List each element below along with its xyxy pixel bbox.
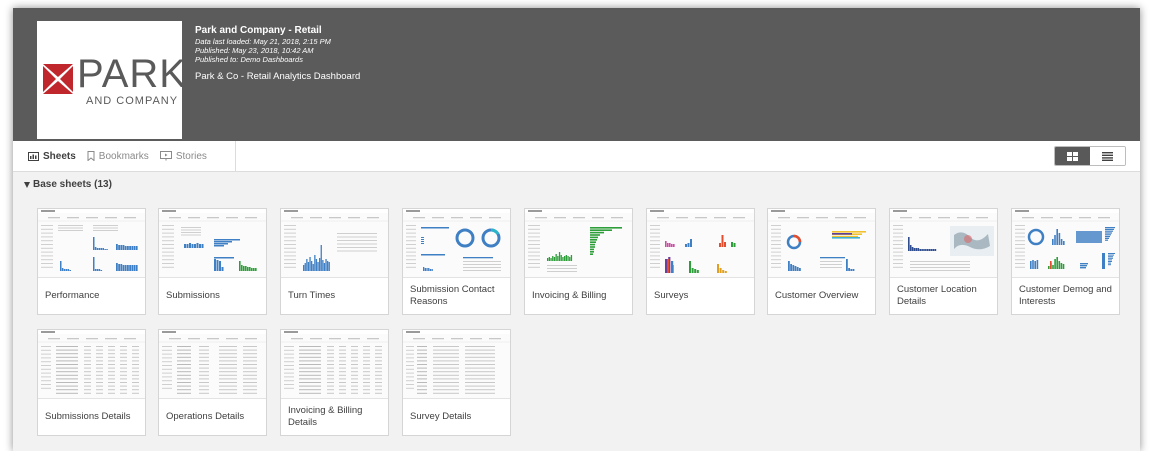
sheet-title: Customer Demog and Interests	[1019, 284, 1112, 307]
sheet-preview	[403, 330, 510, 394]
app-logo: PARK AND COMPANY	[37, 21, 186, 139]
tab-sheets[interactable]: Sheets	[28, 151, 76, 162]
sheet-preview	[159, 209, 266, 271]
sheet-thumbnail	[647, 209, 754, 278]
sheet-thumbnail	[38, 330, 145, 399]
sheet-card[interactable]: Invoicing & Billing Details	[280, 329, 389, 436]
sheet-thumbnail	[403, 209, 510, 278]
sheet-title: Submissions Details	[45, 411, 131, 422]
sheet-title: Survey Details	[410, 411, 472, 422]
sheet-preview	[525, 209, 632, 272]
logo-subtitle: AND COMPANY	[86, 95, 179, 107]
app-info: Park and Company - Retail Data last load…	[195, 25, 360, 82]
sheet-thumbnail	[281, 209, 388, 278]
list-view-button[interactable]	[1090, 147, 1125, 165]
tab-bookmarks[interactable]: Bookmarks	[87, 151, 149, 162]
sheet-title: Surveys	[654, 290, 689, 301]
sheet-card[interactable]: Customer Demog and Interests	[1011, 208, 1120, 315]
sheet-title: Customer Location Details	[897, 284, 977, 307]
sheet-preview	[768, 209, 875, 271]
grid-view-button[interactable]	[1055, 147, 1090, 165]
sheet-thumbnail	[768, 209, 875, 278]
last-loaded: Data last loaded: May 21, 2018, 2:15 PM	[195, 37, 331, 46]
tab-sheets-label: Sheets	[43, 150, 76, 162]
logo-wordmark: PARK	[77, 52, 187, 96]
sheet-thumbnail	[1012, 209, 1119, 278]
sheet-preview	[38, 330, 145, 394]
sheet-preview	[281, 209, 388, 271]
sheet-card[interactable]: Customer Location Details	[889, 208, 998, 315]
sheet-card[interactable]: Submissions Details	[37, 329, 146, 436]
sheet-card[interactable]: Invoicing & Billing	[524, 208, 633, 315]
app-header: PARK AND COMPANY Park and Company - Reta…	[13, 8, 1140, 141]
hub-window: PARK AND COMPANY Park and Company - Reta…	[13, 8, 1140, 451]
sheet-title: Submissions	[166, 290, 220, 301]
sheet-preview	[38, 209, 145, 271]
tab-bar: Sheets Bookmarks Stories	[13, 141, 1140, 172]
park-logo-mark-icon	[43, 64, 73, 94]
sheet-preview	[159, 330, 266, 394]
sheet-thumbnail	[525, 209, 632, 278]
sheet-card[interactable]: Operations Details	[158, 329, 267, 436]
sheet-thumbnail	[159, 330, 266, 399]
published-date: Published: May 23, 2018, 10:42 AM	[195, 46, 314, 55]
stories-icon	[159, 151, 172, 161]
sheet-title: Customer Overview	[775, 290, 859, 301]
sheet-card[interactable]: Submissions	[158, 208, 267, 315]
sheet-preview	[647, 209, 754, 273]
sheet-title: Invoicing & Billing Details	[288, 405, 363, 428]
sheets-icon	[28, 151, 39, 161]
sheet-title: Performance	[45, 290, 100, 301]
tab-stories[interactable]: Stories	[159, 150, 207, 162]
bookmark-icon	[87, 151, 95, 161]
sheet-title: Turn Times	[288, 290, 336, 301]
published-to: Published to: Demo Dashboards	[195, 55, 303, 64]
base-sheets-toggle[interactable]: Base sheets (13)	[24, 179, 112, 190]
sheet-preview	[403, 209, 510, 271]
view-toggle	[1054, 146, 1126, 166]
sheet-title: Operations Details	[166, 411, 245, 422]
tab-list: Sheets Bookmarks Stories	[13, 141, 236, 171]
sheet-title: Submission Contact Reasons	[410, 284, 495, 307]
section-title: Base sheets (13)	[33, 179, 112, 190]
sheet-title: Invoicing & Billing	[532, 290, 607, 301]
grid-view-icon	[1067, 151, 1078, 161]
sheet-thumbnail	[890, 209, 997, 278]
tab-bookmarks-label: Bookmarks	[98, 150, 149, 162]
tab-stories-label: Stories	[175, 150, 207, 162]
sheet-card[interactable]: Customer Overview	[767, 208, 876, 315]
sheet-card[interactable]: Survey Details	[402, 329, 511, 436]
app-description: Park & Co - Retail Analytics Dashboard	[195, 71, 361, 82]
list-view-icon	[1102, 151, 1113, 161]
app-title: Park and Company - Retail	[195, 25, 322, 36]
caret-down-icon	[24, 181, 30, 188]
sheet-preview	[281, 330, 388, 394]
sheet-thumbnail	[281, 330, 388, 399]
sheet-preview	[1012, 209, 1119, 269]
sheet-card[interactable]: Turn Times	[280, 208, 389, 315]
sheet-preview	[890, 209, 997, 271]
sheet-card[interactable]: Performance	[37, 208, 146, 315]
sheet-thumbnail	[38, 209, 145, 278]
sheet-thumbnail	[403, 330, 510, 399]
sheet-card[interactable]: Submission Contact Reasons	[402, 208, 511, 315]
sheet-card[interactable]: Surveys	[646, 208, 755, 315]
sheet-thumbnail	[159, 209, 266, 278]
